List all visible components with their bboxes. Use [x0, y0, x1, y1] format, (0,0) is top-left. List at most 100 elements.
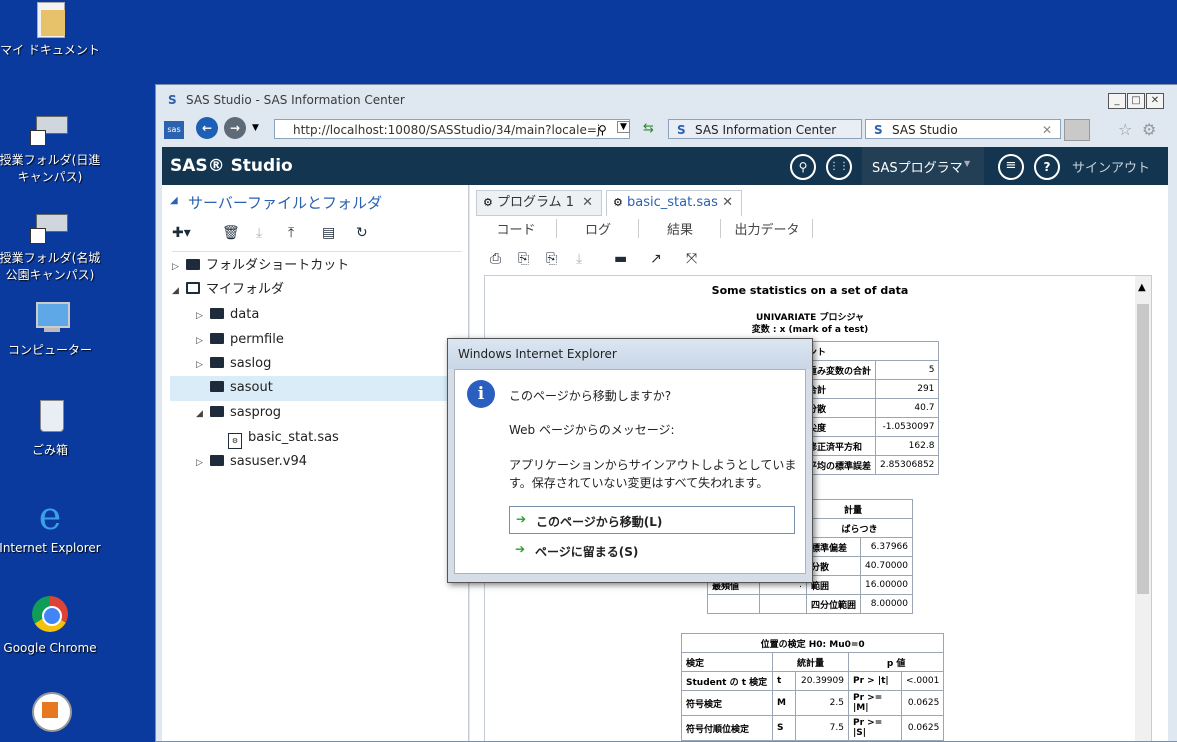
desktop-icon-share-meijo[interactable]: 授業フォルダ(名城公園キャンパス) — [0, 206, 105, 284]
desktop-icon-label: Google Chrome — [3, 641, 97, 655]
signout-link[interactable]: サインアウト — [1072, 157, 1150, 176]
refresh-icon[interactable]: ⇆ — [643, 121, 654, 136]
desktop-icon-internet-explorer[interactable]: e Internet Explorer — [0, 496, 105, 557]
tab-sas-studio[interactable]: S SAS Studio ✕ — [865, 119, 1061, 139]
tree-item-data[interactable]: ▷ data — [196, 304, 259, 326]
dialog-question: このページから移動しますか? — [509, 389, 672, 403]
scrollbar-thumb[interactable] — [1137, 304, 1149, 594]
folder-icon — [210, 406, 224, 417]
subtab-log[interactable]: ログ — [558, 219, 639, 238]
close-tab-icon[interactable]: ✕ — [1042, 120, 1052, 140]
properties-icon[interactable]: ▤ — [322, 225, 335, 241]
tree-item-sasuser[interactable]: ▷ sasuser.v94 — [196, 451, 307, 473]
scroll-up-icon[interactable]: ▲ — [1138, 282, 1146, 293]
collapse-arrow-icon[interactable]: ◢ — [196, 403, 206, 425]
leave-page-button[interactable]: ➔ このページから移動(L) — [509, 506, 795, 534]
tree-item-sasprog[interactable]: ◢ sasprog — [196, 402, 281, 424]
maximize-icon[interactable]: ⤧ — [686, 251, 697, 267]
html-icon[interactable]: ⎙ — [490, 251, 501, 267]
minimize-button[interactable]: _ — [1108, 93, 1126, 109]
favorites-star-icon[interactable]: ☆ — [1118, 120, 1132, 139]
desktop-icon-share-nisshin[interactable]: 授業フォルダ(日進キャンパス) — [0, 108, 105, 186]
close-tab-icon[interactable]: ✕ — [722, 191, 733, 215]
subtab-results[interactable]: 結果 — [640, 219, 721, 238]
tab-label: SAS Studio — [892, 123, 958, 137]
basic-value: 40.70000 — [860, 556, 913, 576]
tree-item-permfile[interactable]: ▷ permfile — [196, 329, 284, 351]
scrollbar[interactable]: ▲ — [1135, 276, 1151, 741]
results-toolbar: ⎙ ⎘ ⎘ ⤓ ▬ ↗ ⤧ — [480, 251, 880, 271]
delete-icon[interactable]: 🗑 — [222, 225, 240, 241]
menu-button[interactable]: ≡ — [998, 154, 1024, 180]
moment-value: 2.85306852 — [875, 455, 940, 475]
new-window-icon[interactable]: ↗ — [650, 251, 662, 267]
tab-label: basic_stat.sas — [627, 195, 718, 210]
close-button[interactable]: ✕ — [1146, 93, 1164, 109]
expand-arrow-icon[interactable]: ▷ — [196, 452, 206, 474]
subtab-output-data[interactable]: 出力データ — [722, 219, 813, 238]
back-button[interactable]: ← — [196, 117, 218, 139]
tab-basic-stat[interactable]: ⚙ basic_stat.sas ✕ — [606, 190, 742, 216]
maximize-button[interactable]: □ — [1127, 93, 1145, 109]
leave-page-label: このページから移動(L) — [536, 515, 663, 529]
tree-item-sasout-label[interactable]: sasout — [210, 377, 273, 399]
moment-value: 40.7 — [875, 398, 940, 418]
collapse-triangle-icon[interactable]: ◢ — [170, 195, 178, 206]
desktop-icon-documents[interactable]: マイ ドキュメント — [0, 0, 105, 59]
expand-arrow-icon[interactable]: ▷ — [172, 256, 182, 278]
desktop-icon-label: 授業フォルダ(日進キャンパス) — [0, 153, 101, 184]
expand-arrow-icon[interactable]: ▷ — [196, 354, 206, 376]
loc-test: Student の t 検定 — [681, 671, 773, 691]
tree-label: permfile — [230, 332, 284, 347]
apps-grid-button[interactable]: ⋮⋮ — [826, 154, 852, 180]
stay-on-page-button[interactable]: ➔ ページに留まる(S) — [509, 538, 795, 564]
tab-label: SAS Information Center — [695, 123, 837, 137]
subtab-code[interactable]: コード — [476, 219, 557, 238]
tree-item-basic-stat[interactable]: ⚙ basic_stat.sas — [228, 427, 339, 449]
upload-icon[interactable]: ⤒ — [288, 225, 294, 241]
tree-item-saslog[interactable]: ▷ saslog — [196, 353, 271, 375]
moments-header: ント — [802, 341, 940, 361]
new-icon[interactable]: ✚▾ — [172, 225, 191, 241]
info-icon: i — [467, 380, 495, 408]
perspective-dropdown[interactable]: SASプログラマ ▼ — [862, 147, 984, 185]
forward-button[interactable]: → — [224, 117, 246, 139]
desktop-icon-recycle-bin[interactable]: ごみ箱 — [0, 398, 105, 459]
subtabs: コード ログ 結果 出力データ — [476, 219, 816, 241]
desktop-icon-google-chrome[interactable]: Google Chrome — [0, 596, 105, 657]
tree-label: sasprog — [230, 405, 282, 420]
location-title: 位置の検定 H0: Mu0=0 — [760, 639, 865, 650]
moment-label: 修正済平方和 — [802, 436, 877, 456]
collapse-arrow-icon[interactable]: ◢ — [172, 280, 182, 302]
dialog-title: Windows Internet Explorer — [458, 347, 617, 361]
tab-program-1[interactable]: ⚙ プログラム 1 ✕ — [476, 190, 602, 216]
desktop-icon-app[interactable] — [0, 692, 105, 736]
tab-sas-information-center[interactable]: S SAS Information Center — [668, 119, 862, 139]
download-icon[interactable]: ⤓ — [576, 251, 582, 267]
sas-logo-icon: sas — [164, 121, 184, 139]
tree-label: basic_stat.sas — [248, 430, 339, 445]
tree-item-folder-shortcuts[interactable]: ▷ フォルダショートカット — [172, 255, 349, 277]
search-icon[interactable]: ⚲ — [598, 123, 607, 137]
pdf-icon[interactable]: ⎘ — [518, 251, 529, 267]
settings-gear-icon[interactable]: ⚙ — [1142, 120, 1156, 139]
download-icon[interactable]: ⤓ — [256, 225, 262, 241]
basic-label: 標準偏差 — [805, 537, 862, 557]
search-button[interactable]: ⚲ — [790, 154, 816, 180]
new-tab-button[interactable] — [1064, 119, 1090, 141]
leave-page-dialog: Windows Internet Explorer i このページから移動します… — [447, 338, 813, 583]
print-icon[interactable]: ▬ — [614, 251, 627, 267]
tree-item-my-folder[interactable]: ◢ マイフォルダ — [172, 279, 284, 301]
desktop-icon-computer[interactable]: コンピューター — [0, 298, 105, 359]
expand-arrow-icon[interactable]: ▷ — [196, 305, 206, 327]
loc-sym: t — [772, 671, 796, 691]
close-tab-icon[interactable]: ✕ — [582, 191, 593, 215]
expand-arrow-icon[interactable]: ▷ — [196, 330, 206, 352]
address-bar[interactable]: http://localhost:10080/SASStudio/34/main… — [274, 119, 630, 139]
help-button[interactable]: ? — [1034, 154, 1060, 180]
refresh-icon[interactable]: ↻ — [356, 225, 368, 241]
word-icon[interactable]: ⎘ — [546, 251, 557, 267]
history-dropdown-icon[interactable]: ▼ — [252, 123, 259, 133]
address-dropdown-icon[interactable]: ▼ — [617, 121, 630, 133]
loc-plabel: Pr >= |S| — [848, 715, 902, 741]
